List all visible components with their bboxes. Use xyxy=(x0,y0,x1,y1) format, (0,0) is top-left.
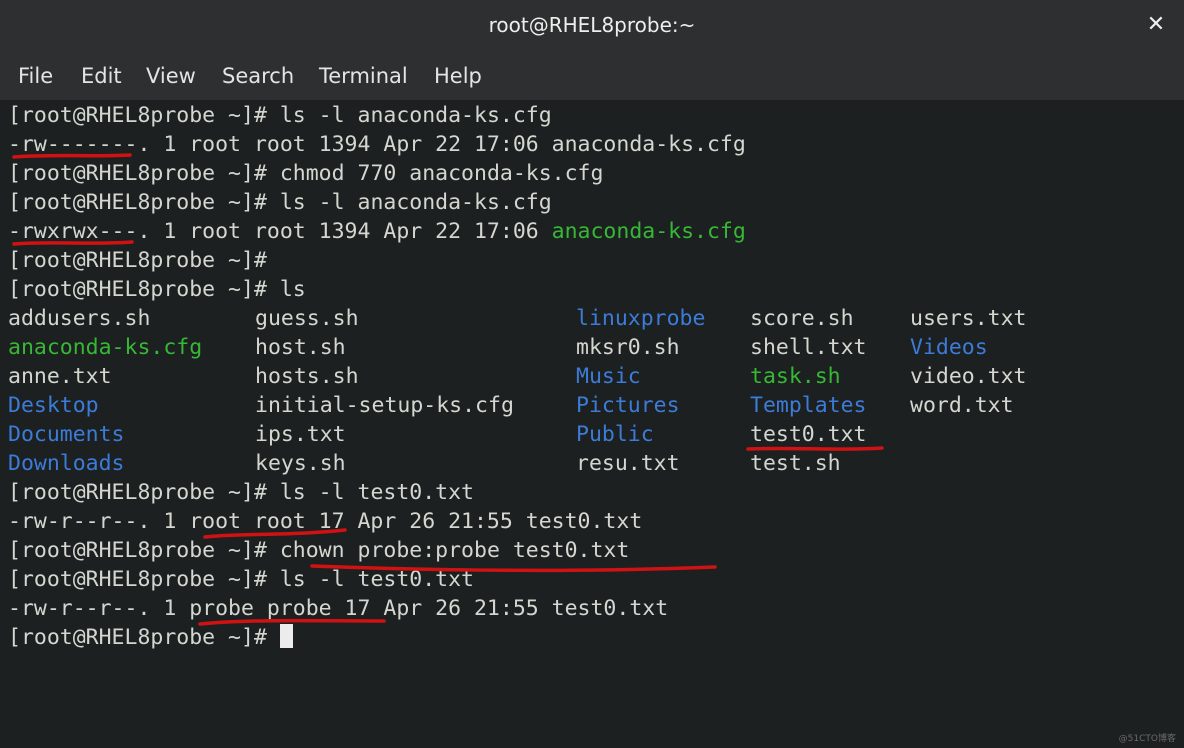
terminal-line: [root@RHEL8probe ~]# ls xyxy=(8,275,306,304)
prompt: [root@RHEL8probe ~]# xyxy=(8,248,267,273)
prompt: [root@RHEL8probe ~]# xyxy=(8,480,267,505)
terminal-line: [root@RHEL8probe ~]# chown probe:probe t… xyxy=(8,536,629,565)
listing-item: host.sh xyxy=(255,335,346,360)
terminal-line: [root@RHEL8probe ~]# ls -l anaconda-ks.c… xyxy=(8,101,552,130)
listing-item: ips.txt xyxy=(255,422,346,447)
listing-directory: Documents xyxy=(8,422,125,447)
prompt: [root@RHEL8probe ~]# xyxy=(8,567,267,592)
menu-search[interactable]: Search xyxy=(222,50,294,100)
menu-view[interactable]: View xyxy=(146,50,196,100)
menu-terminal[interactable]: Terminal xyxy=(319,50,408,100)
listing-directory: Pictures xyxy=(576,393,680,418)
terminal-output[interactable]: [root@RHEL8probe ~]# ls -l anaconda-ks.c… xyxy=(0,100,1184,748)
watermark: @51CTO博客 xyxy=(1118,734,1176,744)
terminal-line: -rw-------. 1 root root 1394 Apr 22 17:0… xyxy=(8,132,746,157)
terminal-line: [root@RHEL8probe ~]# ls -l test0.txt xyxy=(8,565,474,594)
listing-executable: anaconda-ks.cfg xyxy=(8,335,203,360)
executable-filename: anaconda-ks.cfg xyxy=(551,219,746,244)
prompt: [root@RHEL8probe ~]# xyxy=(8,277,267,302)
prompt: [root@RHEL8probe ~]# xyxy=(8,625,267,650)
command: ls -l anaconda-ks.cfg xyxy=(266,103,552,128)
listing-directory: Public xyxy=(576,422,654,447)
listing-item: addusers.sh xyxy=(8,306,151,331)
close-icon[interactable]: ✕ xyxy=(1140,9,1172,41)
listing-directory: Videos xyxy=(910,335,988,360)
command: chown probe:probe test0.txt xyxy=(266,538,630,563)
terminal-line: -rwxrwx---. 1 root root 1394 Apr 22 17:0… xyxy=(8,217,746,246)
listing-directory: Downloads xyxy=(8,451,125,476)
menu-edit[interactable]: Edit xyxy=(81,50,122,100)
prompt: [root@RHEL8probe ~]# xyxy=(8,161,267,186)
command: ls -l test0.txt xyxy=(266,567,474,592)
terminal-line: [root@RHEL8probe ~]# xyxy=(8,246,267,275)
listing-item: users.txt xyxy=(910,306,1027,331)
prompt: [root@RHEL8probe ~]# xyxy=(8,190,267,215)
listing-directory: Music xyxy=(576,364,641,389)
terminal-line: [root@RHEL8probe ~]# ls -l test0.txt xyxy=(8,478,474,507)
listing-item: word.txt xyxy=(910,393,1014,418)
listing-directory: Desktop xyxy=(8,393,99,418)
terminal-line: [root@RHEL8probe ~]# ls -l anaconda-ks.c… xyxy=(8,188,552,217)
listing-item: shell.txt xyxy=(750,335,867,360)
listing-item: mksr0.sh xyxy=(576,335,680,360)
text-cursor xyxy=(279,624,293,648)
listing-item: keys.sh xyxy=(255,451,346,476)
terminal-line: [root@RHEL8probe ~]# xyxy=(8,623,293,652)
listing-item: test.sh xyxy=(750,451,841,476)
window-titlebar: root@RHEL8probe:~ ✕ xyxy=(0,0,1184,50)
listing-item: resu.txt xyxy=(576,451,680,476)
command: ls xyxy=(266,277,306,302)
listing-item: video.txt xyxy=(910,364,1027,389)
prompt: [root@RHEL8probe ~]# xyxy=(8,538,267,563)
listing-item: anne.txt xyxy=(8,364,112,389)
command: ls -l test0.txt xyxy=(266,480,474,505)
prompt: [root@RHEL8probe ~]# xyxy=(8,103,267,128)
command: ls -l anaconda-ks.cfg xyxy=(266,190,552,215)
listing-executable: task.sh xyxy=(750,364,841,389)
command: chmod 770 anaconda-ks.cfg xyxy=(266,161,604,186)
terminal-line: [root@RHEL8probe ~]# chmod 770 anaconda-… xyxy=(8,159,603,188)
terminal-line: -rw-r--r--. 1 probe probe 17 Apr 26 21:5… xyxy=(8,596,669,621)
listing-item: score.sh xyxy=(750,306,854,331)
menu-bar: File Edit View Search Terminal Help xyxy=(0,50,1184,100)
listing-item: test0.txt xyxy=(750,422,867,447)
window-title: root@RHEL8probe:~ xyxy=(488,13,696,37)
menu-help[interactable]: Help xyxy=(434,50,482,100)
listing-item: guess.sh xyxy=(255,306,359,331)
listing-directory: Templates xyxy=(750,393,867,418)
listing-item: hosts.sh xyxy=(255,364,359,389)
terminal-line: -rw-r--r--. 1 root root 17 Apr 26 21:55 … xyxy=(8,509,643,534)
listing-item: initial-setup-ks.cfg xyxy=(255,393,514,418)
listing-directory: linuxprobe xyxy=(576,306,706,331)
output: -rwxrwx---. 1 root root 1394 Apr 22 17:0… xyxy=(8,219,552,244)
menu-file[interactable]: File xyxy=(18,50,53,100)
